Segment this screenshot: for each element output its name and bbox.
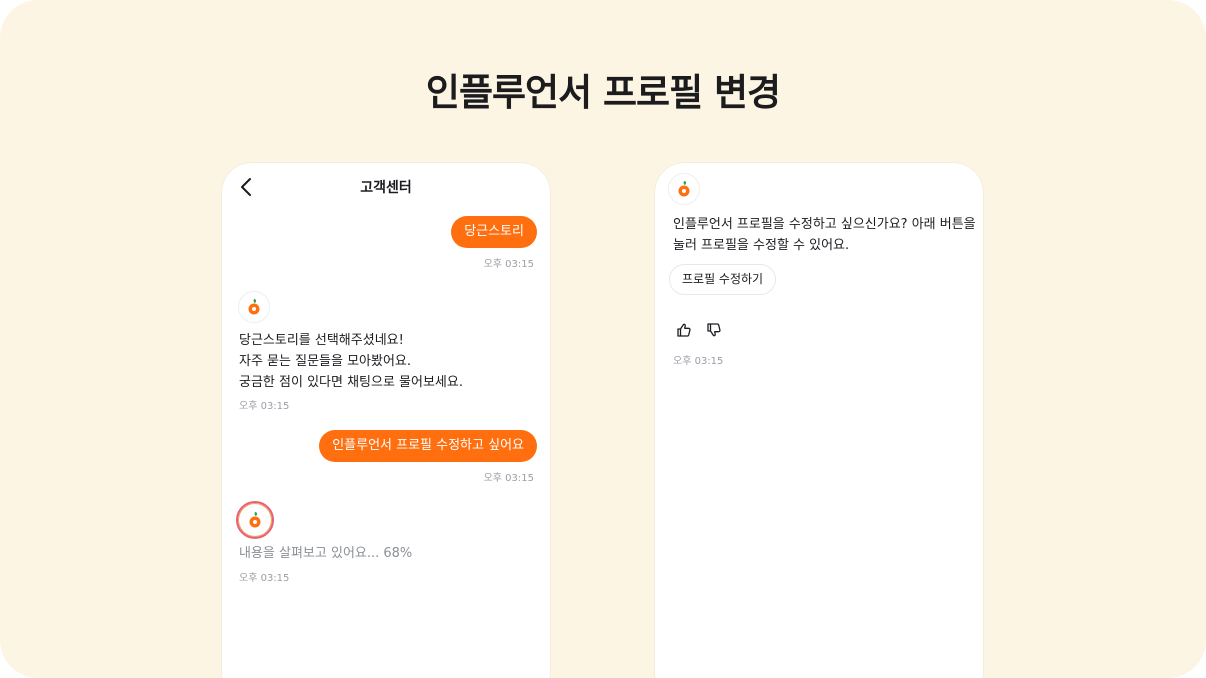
message-timestamp: 오후 03:15 bbox=[483, 259, 534, 270]
right-phone-screen: 인플루언서 프로필을 수정하고 싶으신가요? 아래 버튼을 눌러 프로필을 수정… bbox=[655, 163, 983, 678]
message-timestamp: 오후 03:15 bbox=[239, 573, 290, 584]
header-title: 고객센터 bbox=[360, 180, 412, 196]
bot-avatar-loading bbox=[236, 501, 274, 539]
message-timestamp: 오후 03:15 bbox=[673, 356, 724, 367]
bot-message-line: 자주 묻는 질문들을 모아봤어요. bbox=[239, 354, 412, 369]
bot-message-line: 궁금한 점이 있다면 채팅으로 물어보세요. bbox=[239, 375, 463, 390]
bot-message-text: 인플루언서 프로필을 수정하고 싶으신가요? 아래 버튼을 눌러 프로필을 수정… bbox=[673, 214, 976, 256]
bot-message-line: 눌러 프로필을 수정할 수 있어요. bbox=[673, 238, 850, 253]
user-message-bubble: 당근스토리 bbox=[451, 216, 537, 248]
bot-message-line: 인플루언서 프로필을 수정하고 싶으신가요? 아래 버튼을 bbox=[673, 217, 976, 232]
carrot-logo-icon bbox=[678, 181, 690, 197]
message-timestamp: 오후 03:15 bbox=[239, 401, 290, 412]
bot-avatar bbox=[238, 291, 270, 323]
page-title: 인플루언서 프로필 변경 bbox=[425, 71, 781, 114]
user-message-bubble: 인플루언서 프로필 수정하고 싶어요 bbox=[319, 430, 537, 462]
thumbs-up-icon[interactable] bbox=[676, 322, 692, 338]
left-phone-screen: 고객센터 당근스토리 오후 03:15 당근스토리를 선택해주셨네요! 자주 묻… bbox=[222, 163, 550, 678]
slide-canvas: 인플루언서 프로필 변경 고객센터 당근스토리 오후 03:15 당근스토리를 … bbox=[0, 0, 1206, 678]
bot-avatar bbox=[668, 173, 700, 205]
bot-message-line: 당근스토리를 선택해주셨네요! bbox=[239, 333, 404, 348]
chat-header: 고객센터 bbox=[222, 163, 550, 213]
message-timestamp: 오후 03:15 bbox=[483, 473, 534, 484]
thumbs-down-icon[interactable] bbox=[706, 322, 722, 338]
carrot-logo-icon bbox=[248, 299, 260, 315]
edit-profile-button[interactable]: 프로필 수정하기 bbox=[669, 264, 777, 295]
bot-message-text: 당근스토리를 선택해주셨네요! 자주 묻는 질문들을 모아봤어요. 궁금한 점이… bbox=[239, 330, 463, 393]
loading-status-text: 내용을 살펴보고 있어요... 68% bbox=[239, 546, 413, 561]
carrot-logo-icon bbox=[249, 512, 261, 528]
